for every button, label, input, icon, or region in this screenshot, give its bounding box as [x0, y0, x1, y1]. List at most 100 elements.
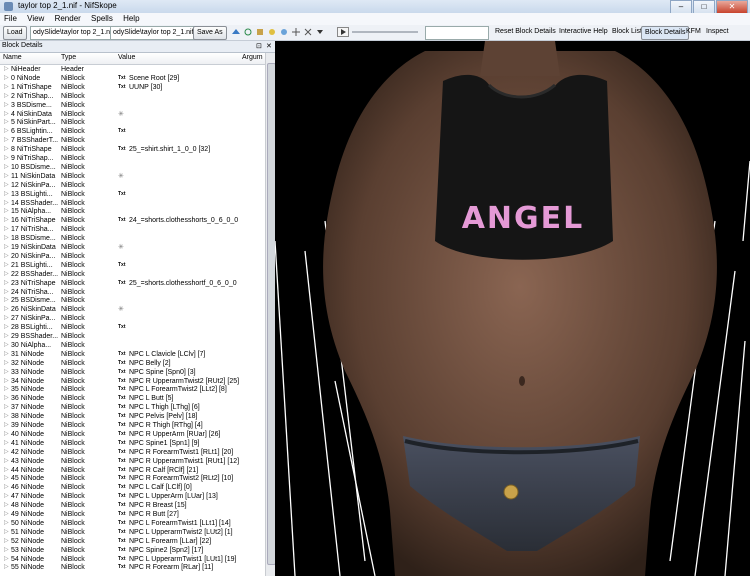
expand-arrow-icon[interactable]: ▷ [4, 288, 9, 297]
skeleton-icon[interactable] [292, 28, 300, 36]
tree-row[interactable]: ▷ 47 NiNode NiBlock Txt NPC L UpperArm [LUar… [0, 492, 265, 501]
tree-row[interactable]: ▷ 38 NiNode NiBlock Txt NPC Pelvis [Pelv] [1… [0, 412, 265, 421]
tree-row[interactable]: ▷ 37 NiNode NiBlock Txt NPC L Thigh [LThg] [… [0, 403, 265, 412]
tree-row[interactable]: ▷ 23 NiTriShape NiBlock Txt 25_=shorts.cloth… [0, 279, 265, 288]
chevron-down-icon[interactable] [316, 28, 324, 36]
tree-row[interactable]: ▷ 36 NiNode NiBlock Txt NPC L Butt [5] [0, 394, 265, 403]
tree-row[interactable]: ▷ 20 NiSkinPa... NiBlock [0, 252, 265, 261]
tree-row[interactable]: ▷ 43 NiNode NiBlock Txt NPC R UpperarmTwist1… [0, 457, 265, 466]
expand-arrow-icon[interactable]: ▷ [4, 207, 9, 216]
expand-arrow-icon[interactable]: ▷ [4, 323, 9, 332]
tree-row[interactable]: ▷ 1 NiTriShape NiBlock Txt UUNP [30] [0, 83, 265, 92]
tree-row[interactable]: ▷ 3 BSDisme... NiBlock [0, 101, 265, 110]
tree-row[interactable]: ▷ 53 NiNode NiBlock Txt NPC Spine2 [Spn2] [1… [0, 546, 265, 555]
tree-row[interactable]: ▷ 30 NiAlpha... NiBlock [0, 341, 265, 350]
tree-row[interactable]: ▷ 44 NiNode NiBlock Txt NPC R Calf [RClf] [2… [0, 466, 265, 475]
maximize-button[interactable]: □ [693, 0, 715, 14]
expand-arrow-icon[interactable]: ▷ [4, 243, 9, 252]
expand-arrow-icon[interactable]: ▷ [4, 430, 9, 439]
expand-arrow-icon[interactable]: ▷ [4, 537, 9, 546]
expand-arrow-icon[interactable]: ▷ [4, 439, 9, 448]
expand-arrow-icon[interactable]: ▷ [4, 421, 9, 430]
expand-arrow-icon[interactable]: ▷ [4, 528, 9, 537]
expand-arrow-icon[interactable]: ▷ [4, 145, 9, 154]
expand-arrow-icon[interactable]: ▷ [4, 305, 9, 314]
tree-scrollbar[interactable] [265, 53, 276, 576]
tree-row[interactable]: ▷ 17 NiTriSha... NiBlock [0, 225, 265, 234]
expand-arrow-icon[interactable]: ▷ [4, 216, 9, 225]
animation-slider[interactable] [352, 31, 418, 33]
tree-row[interactable]: ▷ 8 NiTriShape NiBlock Txt 25_=shirt.shirt_1… [0, 145, 265, 154]
tree-row[interactable]: ▷ 32 NiNode NiBlock Txt NPC Belly [2] [0, 359, 265, 368]
column-name[interactable]: Name [3, 54, 22, 61]
tree-row[interactable]: ▷ 19 NiSkinData NiBlock ✳ [0, 243, 265, 252]
expand-arrow-icon[interactable]: ▷ [4, 368, 9, 377]
expand-arrow-icon[interactable]: ▷ [4, 199, 9, 208]
tree-row[interactable]: ▷ 46 NiNode NiBlock Txt NPC L Calf [LClf] [0… [0, 483, 265, 492]
close-button[interactable]: ✕ [716, 0, 748, 14]
expand-arrow-icon[interactable]: ▷ [4, 483, 9, 492]
expand-arrow-icon[interactable]: ▷ [4, 385, 9, 394]
expand-arrow-icon[interactable]: ▷ [4, 474, 9, 483]
expand-arrow-icon[interactable]: ▷ [4, 341, 9, 350]
inspect-button[interactable]: Inspect [706, 26, 729, 38]
expand-arrow-icon[interactable]: ▷ [4, 519, 9, 528]
interactive-help-button[interactable]: Interactive Help [559, 26, 608, 38]
tree-row[interactable]: ▷ 5 NiSkinPart... NiBlock [0, 118, 265, 127]
expand-arrow-icon[interactable]: ▷ [4, 154, 9, 163]
tree-row[interactable]: ▷ 45 NiNode NiBlock Txt NPC R ForearmTwist2 … [0, 474, 265, 483]
tree-row[interactable]: ▷ 39 NiNode NiBlock Txt NPC R Thigh [RThg] [… [0, 421, 265, 430]
expand-arrow-icon[interactable]: ▷ [4, 377, 9, 386]
tree-row[interactable]: ▷ NiHeader Header [0, 65, 265, 74]
tree-row[interactable]: ▷ 4 NiSkinData NiBlock ✳ [0, 110, 265, 119]
expand-arrow-icon[interactable]: ▷ [4, 190, 9, 199]
save-path-field[interactable]: odySlide\taylor top 2_1.nif [110, 26, 196, 40]
menu-view[interactable]: View [23, 13, 48, 24]
tree-row[interactable]: ▷ 0 NiNode NiBlock Txt Scene Root [29] [0, 74, 265, 83]
menu-render[interactable]: Render [51, 13, 85, 24]
tree-row[interactable]: ▷ 24 NiTriSha... NiBlock [0, 288, 265, 297]
expand-arrow-icon[interactable]: ▷ [4, 466, 9, 475]
tree-row[interactable]: ▷ 12 NiSkinPa... NiBlock [0, 181, 265, 190]
expand-arrow-icon[interactable]: ▷ [4, 457, 9, 466]
block-details-button[interactable]: Block Details [641, 26, 690, 40]
expand-arrow-icon[interactable]: ▷ [4, 172, 9, 181]
tree-row[interactable]: ▷ 33 NiNode NiBlock Txt NPC Spine [Spn0] [3] [0, 368, 265, 377]
expand-arrow-icon[interactable]: ▷ [4, 546, 9, 555]
tree-row[interactable]: ▷ 11 NiSkinData NiBlock ✳ [0, 172, 265, 181]
expand-arrow-icon[interactable]: ▷ [4, 83, 9, 92]
tree-row[interactable]: ▷ 26 NiSkinData NiBlock ✳ [0, 305, 265, 314]
expand-arrow-icon[interactable]: ▷ [4, 181, 9, 190]
expand-arrow-icon[interactable]: ▷ [4, 234, 9, 243]
kfm-button[interactable]: KFM [686, 26, 701, 38]
textures-icon[interactable] [256, 28, 264, 36]
tree-row[interactable]: ▷ 13 BSLighti... NiBlock Txt [0, 190, 265, 199]
tree-row[interactable]: ▷ 6 BSLightin... NiBlock Txt [0, 127, 265, 136]
tree-row[interactable]: ▷ 15 NiAlpha... NiBlock [0, 207, 265, 216]
tree-row[interactable]: ▷ 10 BSDisme... NiBlock [0, 163, 265, 172]
expand-arrow-icon[interactable]: ▷ [4, 314, 9, 323]
menu-help[interactable]: Help [119, 13, 143, 24]
tree-row[interactable]: ▷ 41 NiNode NiBlock Txt NPC Spine1 [Spn1] [9… [0, 439, 265, 448]
menu-file[interactable]: File [0, 13, 21, 24]
tree-row[interactable]: ▷ 14 BSShader... NiBlock [0, 199, 265, 208]
expand-arrow-icon[interactable]: ▷ [4, 510, 9, 519]
lighting-icon[interactable] [268, 28, 276, 36]
expand-arrow-icon[interactable]: ▷ [4, 359, 9, 368]
tree-row[interactable]: ▷ 49 NiNode NiBlock Txt NPC R Butt [27] [0, 510, 265, 519]
tree-row[interactable]: ▷ 34 NiNode NiBlock Txt NPC R UpperarmTwist2… [0, 377, 265, 386]
float-panel-icon[interactable]: ⊡ [256, 42, 262, 50]
expand-arrow-icon[interactable]: ▷ [4, 350, 9, 359]
expand-arrow-icon[interactable]: ▷ [4, 492, 9, 501]
expand-arrow-icon[interactable]: ▷ [4, 136, 9, 145]
tree-row[interactable]: ▷ 29 BSShader... NiBlock [0, 332, 265, 341]
expand-arrow-icon[interactable]: ▷ [4, 65, 9, 74]
menu-spells[interactable]: Spells [87, 13, 117, 24]
axes-icon[interactable] [304, 28, 312, 36]
expand-arrow-icon[interactable]: ▷ [4, 92, 9, 101]
tree-row[interactable]: ▷ 7 BSShaderT... NiBlock [0, 136, 265, 145]
save-as-button[interactable]: Save As [193, 26, 227, 40]
expand-arrow-icon[interactable]: ▷ [4, 118, 9, 127]
tree-row[interactable]: ▷ 2 NiTriShap... NiBlock [0, 92, 265, 101]
tree-row[interactable]: ▷ 52 NiNode NiBlock Txt NPC L Forearm [LLar]… [0, 537, 265, 546]
